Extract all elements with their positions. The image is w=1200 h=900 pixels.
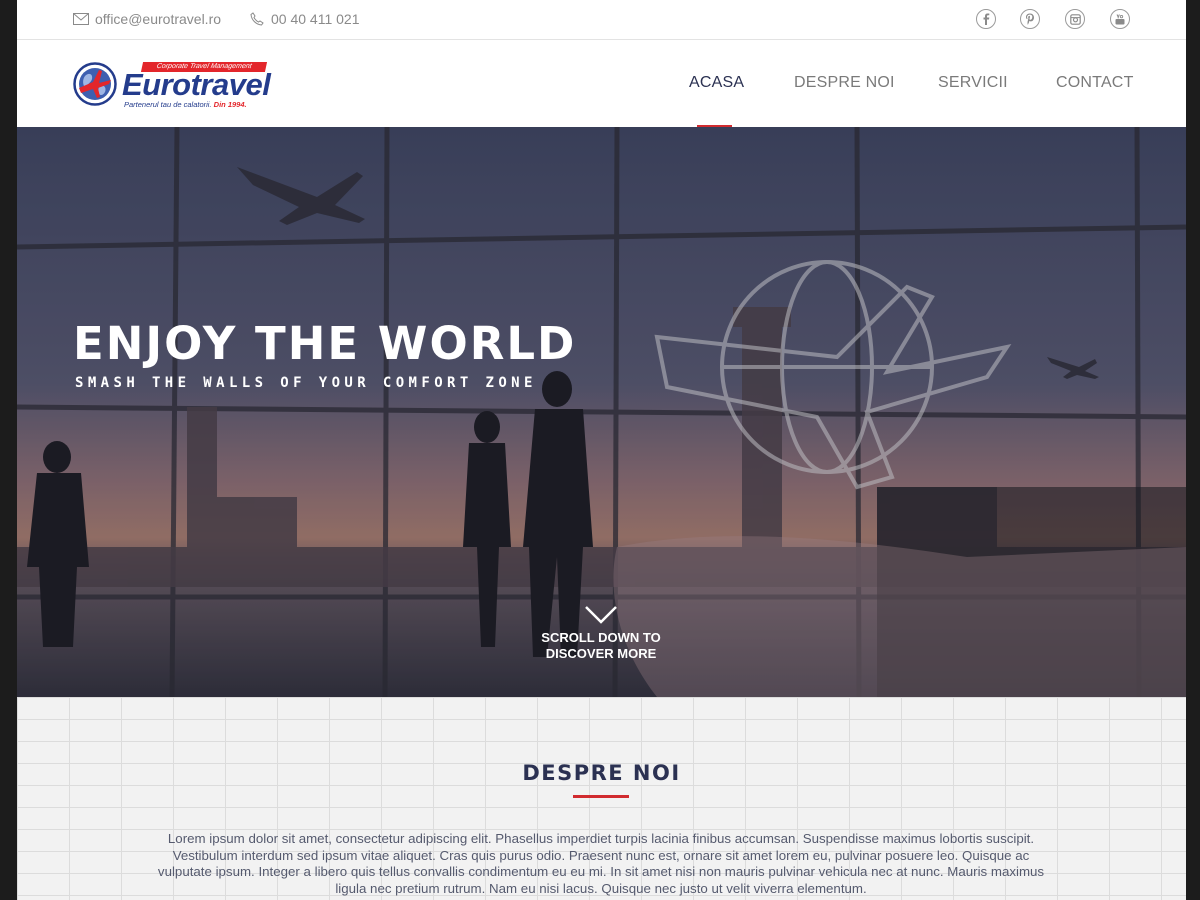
- youtube-icon: [1115, 13, 1125, 24]
- envelope-icon: [73, 13, 89, 25]
- instagram-button[interactable]: [1065, 9, 1085, 29]
- pinterest-icon: [1026, 13, 1034, 25]
- nav-contact[interactable]: CONTACT: [1056, 74, 1134, 92]
- facebook-button[interactable]: [976, 9, 996, 29]
- logo-subtitle-highlight: Din 1994.: [213, 100, 247, 109]
- email-link[interactable]: office@eurotravel.ro: [73, 10, 221, 28]
- main-header: Corporate Travel Management Eurotravel P…: [17, 40, 1186, 128]
- logo-name: Eurotravel: [122, 67, 271, 102]
- logo-subtitle-text: Partenerul tau de calatorii.: [124, 100, 212, 109]
- logo-subtitle: Partenerul tau de calatorii. Din 1994.: [124, 100, 247, 109]
- nav-servicii[interactable]: SERVICII: [938, 74, 1008, 92]
- top-bar: office@eurotravel.ro 00 40 411 021: [17, 0, 1186, 40]
- phone-icon: [250, 12, 264, 26]
- about-section: DESPRE NOI Lorem ipsum dolor sit amet, c…: [17, 697, 1186, 900]
- phone-link[interactable]: 00 40 411 021: [249, 10, 360, 28]
- chevron-down-icon: [585, 606, 617, 624]
- eurotravel-logo[interactable]: Corporate Travel Management Eurotravel P…: [73, 58, 273, 110]
- page: office@eurotravel.ro 00 40 411 021 Corpo…: [17, 0, 1186, 900]
- facebook-icon: [983, 13, 990, 25]
- globe-plane-icon: [73, 62, 117, 106]
- youtube-button[interactable]: [1110, 9, 1130, 29]
- scroll-text-line1: SCROLL DOWN TO: [541, 630, 661, 645]
- hero-title: ENJOY THE WORLD: [73, 317, 577, 370]
- about-text: Lorem ipsum dolor sit amet, consectetur …: [157, 831, 1045, 896]
- instagram-icon: [1069, 13, 1081, 25]
- pinterest-button[interactable]: [1020, 9, 1040, 29]
- phone-text: 00 40 411 021: [271, 11, 360, 27]
- nav-acasa[interactable]: ACASA: [689, 74, 744, 92]
- hero-subtitle: SMASH THE WALLS OF YOUR COMFORT ZONE: [75, 375, 537, 391]
- scroll-down-button[interactable]: SCROLL DOWN TO DISCOVER MORE: [521, 605, 681, 662]
- hero-banner: ENJOY THE WORLD SMASH THE WALLS OF YOUR …: [17, 127, 1186, 697]
- email-text: office@eurotravel.ro: [95, 11, 222, 27]
- about-title-underline: [573, 795, 629, 798]
- about-title: DESPRE NOI: [522, 761, 681, 785]
- scroll-text-line2: DISCOVER MORE: [545, 646, 657, 661]
- nav-despre-noi[interactable]: DESPRE NOI: [794, 74, 895, 92]
